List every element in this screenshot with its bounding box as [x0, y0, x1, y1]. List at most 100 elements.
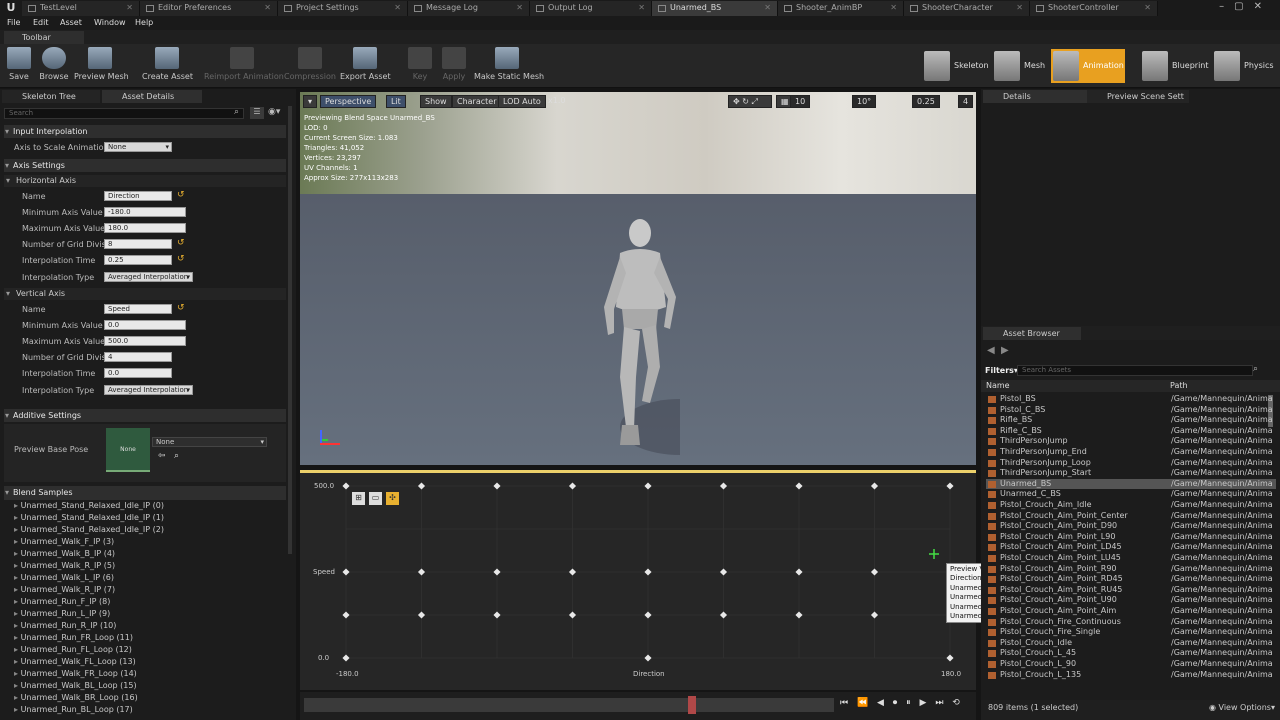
blend-sample-point[interactable]	[493, 611, 501, 619]
asset-list-item[interactable]: Pistol_Crouch_Idle/Game/Mannequin/Anima	[986, 638, 1276, 649]
asset-list-item[interactable]: Pistol_Crouch_Aim_Point_L90/Game/Mannequ…	[986, 532, 1276, 543]
scale-snap-value[interactable]: 0.25	[912, 95, 940, 108]
additive-settings-header[interactable]: ▾ Additive Settings	[4, 409, 286, 422]
back-arrow-icon[interactable]: ◀	[987, 345, 995, 356]
playhead[interactable]	[688, 696, 696, 714]
close-icon[interactable]: ✕	[264, 1, 271, 15]
details-search-input[interactable]: Search	[4, 108, 244, 119]
h-max-field[interactable]: 180.0	[104, 223, 186, 233]
preview-mesh-button[interactable]: Preview Mesh	[74, 47, 129, 87]
asset-list-item[interactable]: Pistol_Crouch_Aim_Point_D90/Game/Mannequ…	[986, 521, 1276, 532]
input-interpolation-header[interactable]: ▾ Input Interpolation	[4, 125, 286, 138]
blend-sample-item[interactable]: Unarmed_Stand_Relaxed_Idle_IP (1)	[14, 512, 164, 524]
playback-speed-button[interactable]: x1.0	[544, 95, 569, 108]
tab-unarmed-bs[interactable]: Unarmed_BS ✕	[652, 1, 778, 16]
preview-crosshair-icon[interactable]	[929, 549, 939, 559]
blend-sample-item[interactable]: Unarmed_Walk_F_IP (3)	[14, 536, 115, 548]
blend-sample-point[interactable]	[644, 482, 652, 490]
blend-sample-item[interactable]: Unarmed_Walk_FR_Loop (14)	[14, 668, 137, 680]
close-icon[interactable]: ✕	[638, 1, 645, 15]
column-name[interactable]: Name	[986, 381, 1010, 390]
asset-list-item[interactable]: Pistol_Crouch_L_45/Game/Mannequin/Anima	[986, 648, 1276, 659]
menu-window[interactable]: Window	[94, 16, 126, 30]
blend-sample-item[interactable]: Unarmed_Run_BL_Loop (17)	[14, 704, 133, 716]
mode-animation-button[interactable]: Animation	[1051, 49, 1125, 83]
browse-magnifier-icon[interactable]: ⌕	[174, 451, 179, 461]
tab-project-settings[interactable]: Project Settings ✕	[278, 1, 408, 16]
asset-list-item[interactable]: ThirdPersonJump/Game/Mannequin/Anima	[986, 436, 1276, 447]
menu-help[interactable]: Help	[135, 16, 153, 30]
viewport-options-icon[interactable]: ▾	[303, 95, 318, 108]
scrollbar[interactable]	[288, 106, 292, 554]
eye-icon[interactable]: ◉▾	[268, 107, 280, 117]
view-options-icon[interactable]: ☰	[250, 107, 264, 119]
blend-sample-point[interactable]	[795, 611, 803, 619]
blend-sample-point[interactable]	[946, 482, 954, 490]
asset-list-item[interactable]: Rifle_BS/Game/Mannequin/Anima	[986, 415, 1276, 426]
tab-output-log[interactable]: Output Log ✕	[530, 1, 652, 16]
grid-toggle-icon[interactable]: ⊞	[352, 492, 365, 505]
tab-preview-scene-settings[interactable]: Preview Scene Sett	[1087, 90, 1189, 103]
asset-list-item[interactable]: Rifle_C_BS/Game/Mannequin/Anima	[986, 426, 1276, 437]
rotation-snap-value[interactable]: 10°	[852, 95, 877, 108]
blend-sample-item[interactable]: Unarmed_Run_F_IP (8)	[14, 596, 111, 608]
blend-sample-point[interactable]	[719, 611, 728, 619]
close-icon[interactable]: ✕	[126, 1, 133, 15]
tab-shootercharacter[interactable]: ShooterCharacter ✕	[904, 1, 1030, 16]
asset-list-item[interactable]: Pistol_Crouch_Aim_Point_RD45/Game/Manneq…	[986, 574, 1276, 585]
v-min-field[interactable]: 0.0	[104, 320, 186, 330]
h-name-field[interactable]: Direction	[104, 191, 172, 201]
base-pose-dropdown[interactable]: None	[152, 437, 267, 447]
mode-blueprint-button[interactable]: Blueprint	[1140, 49, 1212, 83]
horizontal-axis-header[interactable]: ▾ Horizontal Axis	[4, 175, 286, 187]
asset-list-item[interactable]: Pistol_Crouch_L_135/Game/Mannequin/Anima	[986, 670, 1276, 681]
blend-sample-point[interactable]	[795, 482, 803, 490]
playback-controls[interactable]: ⏮ ⏪ ◀ ⏺ ⏸ ▶ ⏭ ⟲	[840, 698, 963, 708]
axis-settings-header[interactable]: ▾ Axis Settings	[4, 159, 286, 172]
reset-icon[interactable]: ↺	[177, 238, 185, 248]
blend-sample-item[interactable]: Unarmed_Run_L_IP (9)	[14, 608, 111, 620]
blend-sample-item[interactable]: Unarmed_Stand_Relaxed_Idle_IP (0)	[14, 500, 164, 512]
asset-list-item[interactable]: Pistol_Crouch_L_90/Game/Mannequin/Anima	[986, 659, 1276, 670]
mode-skeleton-button[interactable]: Skeleton	[922, 49, 990, 83]
use-selected-arrow-icon[interactable]: ⇦	[158, 451, 166, 461]
reimport-animation-button[interactable]: Reimport Animation	[204, 47, 284, 87]
tab-shootercontroller[interactable]: ShooterController ✕	[1030, 1, 1158, 16]
blend-sample-point[interactable]	[568, 568, 577, 576]
timeline-track[interactable]	[304, 698, 834, 712]
menu-asset[interactable]: Asset	[60, 16, 82, 30]
transform-tools[interactable]: ✥ ↻ ⤢	[728, 95, 772, 108]
blend-sample-point[interactable]	[342, 611, 350, 619]
browse-button[interactable]: Browse	[38, 47, 70, 87]
blend-sample-point[interactable]	[870, 482, 879, 490]
asset-list-item[interactable]: Pistol_C_BS/Game/Mannequin/Anima	[986, 405, 1276, 416]
close-icon[interactable]: ✕	[516, 1, 523, 15]
asset-search-input[interactable]: Search Assets	[1017, 365, 1253, 376]
blend-sample-point[interactable]	[870, 568, 879, 576]
blend-sample-point[interactable]	[568, 611, 577, 619]
tab-editor-preferences[interactable]: Editor Preferences ✕	[140, 1, 278, 16]
asset-list-item[interactable]: Pistol_Crouch_Aim_Point_U90/Game/Mannequ…	[986, 595, 1276, 606]
asset-list-item[interactable]: ThirdPersonJump_Loop/Game/Mannequin/Anim…	[986, 458, 1276, 469]
asset-list-item[interactable]: Pistol_BS/Game/Mannequin/Anima	[986, 394, 1276, 405]
column-path[interactable]: Path	[1170, 381, 1188, 390]
camera-speed-value[interactable]: 4	[958, 95, 974, 108]
pose-thumbnail[interactable]: None	[106, 428, 150, 472]
export-asset-button[interactable]: Export Asset	[340, 47, 391, 87]
save-button[interactable]: Save	[4, 47, 34, 87]
asset-list-item[interactable]: Pistol_Crouch_Aim_Point_R90/Game/Mannequ…	[986, 564, 1276, 575]
asset-list-item[interactable]: Pistol_Crouch_Aim_Point_Aim/Game/Mannequ…	[986, 606, 1276, 617]
asset-list-item[interactable]: Pistol_Crouch_Aim_Point_LU45/Game/Manneq…	[986, 553, 1276, 564]
tab-asset-browser[interactable]: Asset Browser	[983, 327, 1081, 340]
blend-sample-item[interactable]: Unarmed_Walk_BR_Loop (16)	[14, 692, 138, 704]
blend-space-graph[interactable]: ⊞ ▭ ✣ 500.0 Speed 0.0 -180.0 Direction 1…	[300, 470, 976, 690]
preview-viewport[interactable]: ▾ Perspective Lit Show Character LOD Aut…	[300, 92, 976, 465]
menu-file[interactable]: File	[7, 16, 20, 30]
blend-sample-item[interactable]: Unarmed_Walk_FL_Loop (13)	[14, 656, 136, 668]
asset-list-item[interactable]: ThirdPersonJump_End/Game/Mannequin/Anima	[986, 447, 1276, 458]
close-icon[interactable]: ✕	[890, 1, 897, 15]
triangulation-icon[interactable]: ▭	[369, 492, 382, 505]
blend-sample-point[interactable]	[946, 654, 954, 662]
asset-list-item[interactable]: Pistol_Crouch_Aim_Point_RU45/Game/Manneq…	[986, 585, 1276, 596]
h-grid-field[interactable]: 8	[104, 239, 172, 249]
